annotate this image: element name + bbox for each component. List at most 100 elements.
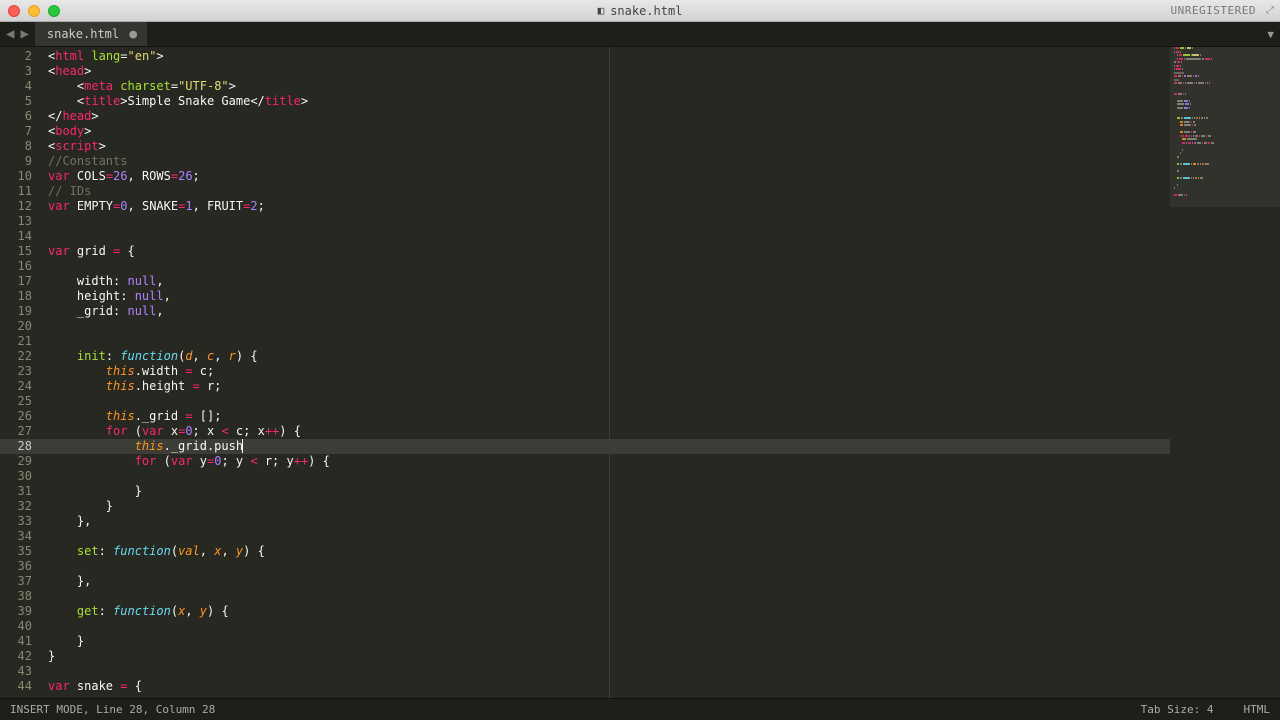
line-number: 26 xyxy=(0,409,32,424)
line-number: 2 xyxy=(0,49,32,64)
code-line[interactable] xyxy=(44,334,1170,349)
code-line[interactable] xyxy=(44,559,1170,574)
code-line[interactable]: }, xyxy=(44,574,1170,589)
traffic-lights xyxy=(8,5,60,17)
code-line[interactable] xyxy=(44,229,1170,244)
code-line[interactable]: </head> xyxy=(44,109,1170,124)
nav-group: ◀ ▶ xyxy=(0,22,35,46)
line-number: 22 xyxy=(0,349,32,364)
line-number: 30 xyxy=(0,469,32,484)
code-area[interactable]: <html lang="en"><head> <meta charset="UT… xyxy=(44,47,1170,698)
status-syntax[interactable]: HTML xyxy=(1244,703,1271,716)
line-number: 6 xyxy=(0,109,32,124)
line-number: 10 xyxy=(0,169,32,184)
line-number: 3 xyxy=(0,64,32,79)
code-line[interactable]: <title>Simple Snake Game</title> xyxy=(44,94,1170,109)
line-number: 40 xyxy=(0,619,32,634)
tab-snake-html[interactable]: snake.html ● xyxy=(35,22,148,46)
line-number: 44 xyxy=(0,679,32,694)
line-number: 21 xyxy=(0,334,32,349)
code-line[interactable]: <meta charset="UTF-8"> xyxy=(44,79,1170,94)
code-line[interactable] xyxy=(44,214,1170,229)
code-line[interactable]: } xyxy=(44,634,1170,649)
status-tab-size[interactable]: Tab Size: 4 xyxy=(1141,703,1214,716)
code-line[interactable] xyxy=(44,589,1170,604)
line-number: 35 xyxy=(0,544,32,559)
code-line[interactable]: var COLS=26, ROWS=26; xyxy=(44,169,1170,184)
code-line[interactable]: this._grid.push xyxy=(44,439,1170,454)
tab-label: snake.html xyxy=(47,27,119,41)
line-number: 32 xyxy=(0,499,32,514)
code-line[interactable]: } xyxy=(44,484,1170,499)
line-number: 8 xyxy=(0,139,32,154)
window-title: ◧ snake.html xyxy=(598,4,683,18)
editor-area: 2345678910111213141516171819202122232425… xyxy=(0,47,1280,698)
code-line[interactable]: get: function(x, y) { xyxy=(44,604,1170,619)
code-line[interactable]: set: function(val, x, y) { xyxy=(44,544,1170,559)
code-line[interactable]: } xyxy=(44,649,1170,664)
code-line[interactable]: init: function(d, c, r) { xyxy=(44,349,1170,364)
line-number: 38 xyxy=(0,589,32,604)
code-line[interactable] xyxy=(44,619,1170,634)
code-line[interactable] xyxy=(44,259,1170,274)
code-line[interactable]: for (var x=0; x < c; x++) { xyxy=(44,424,1170,439)
close-window-button[interactable] xyxy=(8,5,20,17)
line-number: 18 xyxy=(0,289,32,304)
tab-overflow-icon[interactable]: ▼ xyxy=(1267,28,1274,41)
line-number: 13 xyxy=(0,214,32,229)
line-number: 43 xyxy=(0,664,32,679)
tab-dirty-indicator-icon: ● xyxy=(129,27,137,42)
line-number: 25 xyxy=(0,394,32,409)
code-line[interactable]: this._grid = []; xyxy=(44,409,1170,424)
minimize-window-button[interactable] xyxy=(28,5,40,17)
line-number: 14 xyxy=(0,229,32,244)
line-number: 41 xyxy=(0,634,32,649)
line-number: 24 xyxy=(0,379,32,394)
code-line[interactable] xyxy=(44,664,1170,679)
line-number: 15 xyxy=(0,244,32,259)
code-line[interactable] xyxy=(44,469,1170,484)
code-line[interactable] xyxy=(44,394,1170,409)
code-line[interactable]: this.width = c; xyxy=(44,364,1170,379)
code-line[interactable]: for (var y=0; y < r; y++) { xyxy=(44,454,1170,469)
text-cursor xyxy=(242,439,243,453)
line-number: 17 xyxy=(0,274,32,289)
line-number: 29 xyxy=(0,454,32,469)
code-line[interactable]: }, xyxy=(44,514,1170,529)
unregistered-label: UNREGISTERED xyxy=(1171,4,1256,17)
code-line[interactable]: <html lang="en"> xyxy=(44,49,1170,64)
fullscreen-icon[interactable]: ⤢ xyxy=(1266,5,1274,16)
zoom-window-button[interactable] xyxy=(48,5,60,17)
minimap[interactable] xyxy=(1170,47,1280,698)
code-line[interactable]: <body> xyxy=(44,124,1170,139)
status-bar: INSERT MODE, Line 28, Column 28 Tab Size… xyxy=(0,698,1280,720)
code-line[interactable]: var EMPTY=0, SNAKE=1, FRUIT=2; xyxy=(44,199,1170,214)
code-line[interactable] xyxy=(44,529,1170,544)
code-line[interactable]: <head> xyxy=(44,64,1170,79)
code-line[interactable]: //Constants xyxy=(44,154,1170,169)
ruler-line xyxy=(609,47,610,698)
minimap-viewport[interactable] xyxy=(1170,47,1280,207)
line-number: 34 xyxy=(0,529,32,544)
status-left: INSERT MODE, Line 28, Column 28 xyxy=(10,703,215,716)
code-line[interactable]: _grid: null, xyxy=(44,304,1170,319)
code-line[interactable]: } xyxy=(44,499,1170,514)
code-line[interactable]: var grid = { xyxy=(44,244,1170,259)
code-line[interactable]: width: null, xyxy=(44,274,1170,289)
code-line[interactable]: height: null, xyxy=(44,289,1170,304)
code-line[interactable] xyxy=(44,319,1170,334)
code-line[interactable]: var snake = { xyxy=(44,679,1170,694)
line-number: 16 xyxy=(0,259,32,274)
window-titlebar: ◧ snake.html UNREGISTERED ⤢ xyxy=(0,0,1280,22)
nav-forward-icon[interactable]: ▶ xyxy=(18,26,30,42)
nav-back-icon[interactable]: ◀ xyxy=(4,26,16,42)
code-line[interactable]: <script> xyxy=(44,139,1170,154)
code-line[interactable]: this.height = r; xyxy=(44,379,1170,394)
line-number: 20 xyxy=(0,319,32,334)
line-number: 7 xyxy=(0,124,32,139)
line-number: 39 xyxy=(0,604,32,619)
line-number: 12 xyxy=(0,199,32,214)
code-line[interactable]: // IDs xyxy=(44,184,1170,199)
line-number: 31 xyxy=(0,484,32,499)
line-number: 23 xyxy=(0,364,32,379)
